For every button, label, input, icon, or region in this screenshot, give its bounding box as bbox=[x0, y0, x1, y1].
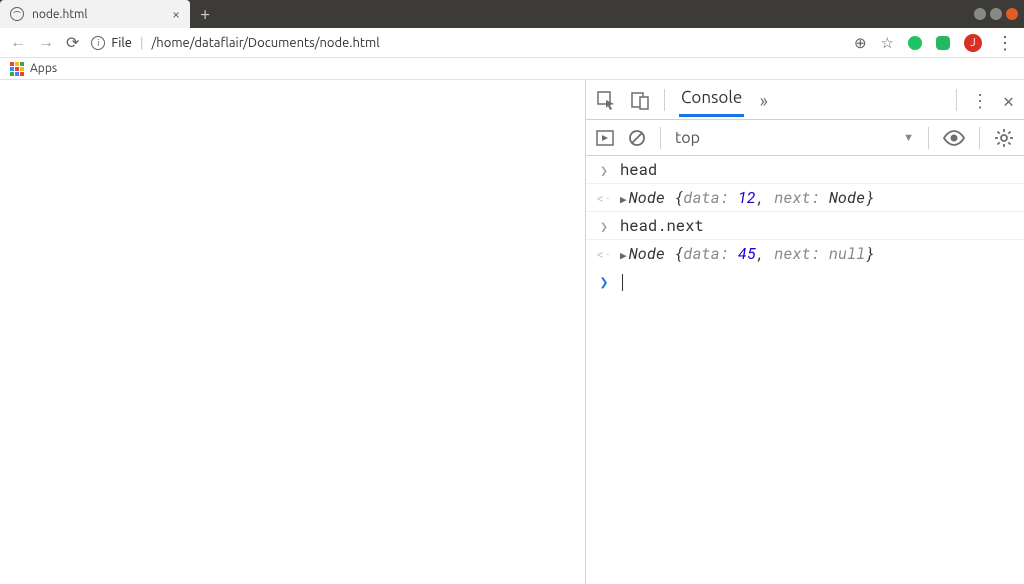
output-indicator-icon: <· bbox=[596, 189, 612, 207]
input-chevron-icon: ❯ bbox=[596, 217, 612, 235]
kebab-menu-icon[interactable]: ⋮ bbox=[996, 38, 1014, 48]
clear-console-icon[interactable] bbox=[628, 129, 646, 147]
back-icon[interactable]: ← bbox=[10, 33, 26, 52]
console-input-code: head bbox=[620, 160, 657, 180]
comma: , bbox=[756, 244, 774, 264]
devtools-subheader: top ▼ bbox=[586, 120, 1024, 156]
prop-value: 12 bbox=[738, 188, 756, 208]
prop-name: next: bbox=[774, 244, 829, 264]
zoom-icon[interactable]: ⊕ bbox=[854, 34, 867, 52]
context-selector[interactable]: top ▼ bbox=[675, 129, 914, 147]
console-row[interactable]: <·▶Node {data: 12, next: Node} bbox=[586, 184, 1024, 212]
console-row[interactable]: ❯ head bbox=[586, 156, 1024, 184]
close-tab-icon[interactable]: × bbox=[172, 6, 180, 22]
url-separator: | bbox=[138, 36, 146, 50]
console-result[interactable]: ▶Node {data: 12, next: Node} bbox=[620, 188, 874, 208]
separator bbox=[956, 89, 957, 111]
separator bbox=[928, 127, 929, 149]
minimize-icon[interactable] bbox=[974, 8, 986, 20]
apps-grid-icon[interactable] bbox=[10, 62, 24, 76]
url-field[interactable]: i File | /home/dataflair/Documents/node.… bbox=[91, 36, 842, 50]
bookmarks-bar: Apps bbox=[0, 58, 1024, 80]
address-bar: ← → ⟳ i File | /home/dataflair/Documents… bbox=[0, 28, 1024, 58]
console-row[interactable]: <· ▶Node {data: 45, next: null} bbox=[586, 240, 1024, 268]
prop-value: null bbox=[829, 244, 865, 264]
expand-triangle-icon[interactable]: ▶ bbox=[620, 191, 627, 206]
maximize-icon[interactable] bbox=[990, 8, 1002, 20]
devtools-menu-icon[interactable]: ⋮ bbox=[971, 88, 989, 112]
extension-green-icon[interactable] bbox=[936, 36, 950, 50]
prop-name: next: bbox=[774, 188, 829, 208]
extension-grammarly-icon[interactable] bbox=[908, 36, 922, 50]
console-result[interactable]: ▶Node {data: 45, next: null} bbox=[620, 244, 874, 264]
globe-icon bbox=[10, 7, 24, 21]
info-icon[interactable]: i bbox=[91, 36, 105, 50]
brace-open: { bbox=[674, 188, 683, 208]
console-row[interactable]: ❯ head.next bbox=[586, 212, 1024, 240]
prompt-icon: ❯ bbox=[596, 272, 612, 292]
console-input-code: head.next bbox=[620, 216, 704, 236]
object-class-name: Node bbox=[629, 188, 675, 208]
context-label: top bbox=[675, 129, 700, 147]
brace-close: } bbox=[865, 188, 874, 208]
separator bbox=[979, 127, 980, 149]
toolbar-right: ⊕ ☆ J ⋮ bbox=[854, 34, 1014, 52]
console-prompt-row[interactable]: ❯ bbox=[586, 268, 1024, 296]
avatar-letter: J bbox=[970, 37, 975, 49]
chevron-down-icon: ▼ bbox=[903, 132, 914, 144]
close-window-icon[interactable] bbox=[1006, 8, 1018, 20]
devtools-close-icon[interactable]: ✕ bbox=[1003, 88, 1014, 112]
output-indicator-icon: <· bbox=[596, 245, 612, 263]
tab-title: node.html bbox=[32, 8, 164, 21]
star-icon[interactable]: ☆ bbox=[881, 34, 894, 52]
live-expression-icon[interactable] bbox=[943, 130, 965, 146]
forward-icon[interactable]: → bbox=[38, 33, 54, 52]
window-controls bbox=[974, 8, 1024, 20]
separator bbox=[660, 127, 661, 149]
prop-value: 45 bbox=[738, 244, 756, 264]
comma: , bbox=[756, 188, 774, 208]
apps-label[interactable]: Apps bbox=[30, 62, 57, 75]
expand-triangle-icon[interactable]: ▶ bbox=[620, 247, 627, 262]
reload-icon[interactable]: ⟳ bbox=[66, 33, 79, 52]
device-toolbar-icon[interactable] bbox=[630, 90, 650, 110]
settings-gear-icon[interactable] bbox=[994, 128, 1014, 148]
console-body[interactable]: ❯head<·▶Node {data: 12, next: Node}❯head… bbox=[586, 156, 1024, 584]
devtools: Console » ⋮ ✕ top ▼ bbox=[586, 80, 1024, 584]
more-tabs-icon[interactable]: » bbox=[758, 88, 769, 112]
execute-icon[interactable] bbox=[596, 129, 614, 147]
brace-open: { bbox=[674, 244, 683, 264]
prop-name: data: bbox=[683, 244, 738, 264]
text-cursor bbox=[622, 274, 623, 291]
devtools-header: Console » ⋮ ✕ bbox=[586, 80, 1024, 120]
prop-name: data: bbox=[683, 188, 738, 208]
avatar[interactable]: J bbox=[964, 34, 982, 52]
inspect-icon[interactable] bbox=[596, 90, 616, 110]
content: Console » ⋮ ✕ top ▼ bbox=[0, 80, 1024, 584]
window-titlebar: node.html × + bbox=[0, 0, 1024, 28]
object-class-name: Node bbox=[629, 244, 675, 264]
browser-tab[interactable]: node.html × bbox=[0, 0, 190, 28]
url-path: /home/dataflair/Documents/node.html bbox=[152, 36, 380, 50]
brace-close: } bbox=[865, 244, 874, 264]
new-tab-button[interactable]: + bbox=[190, 4, 220, 24]
page-viewport[interactable] bbox=[0, 80, 586, 584]
url-scheme: File bbox=[111, 36, 132, 50]
separator bbox=[664, 89, 665, 111]
prop-value: Node bbox=[829, 188, 865, 208]
tab-console[interactable]: Console bbox=[679, 82, 744, 117]
input-chevron-icon: ❯ bbox=[596, 161, 612, 179]
